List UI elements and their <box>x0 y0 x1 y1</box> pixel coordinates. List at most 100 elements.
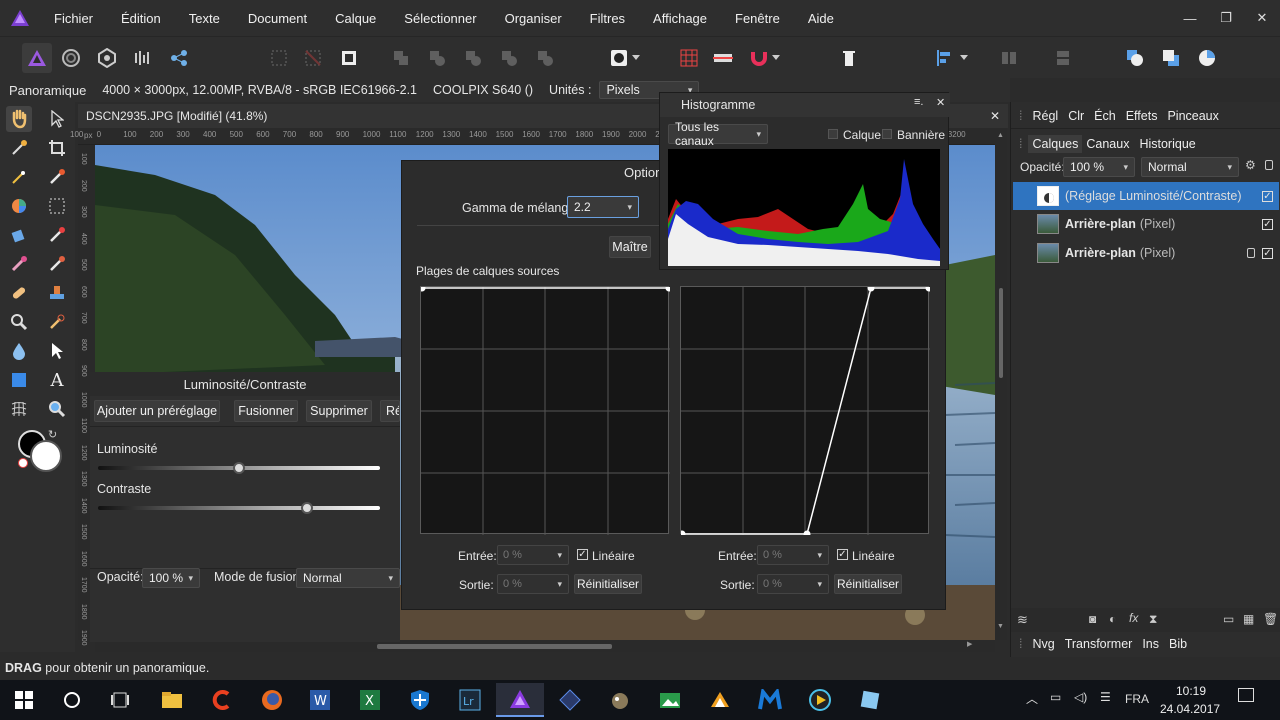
fx-icon[interactable]: fx <box>1129 611 1138 625</box>
boolean-intersect-icon[interactable] <box>458 43 488 73</box>
panel-menu-icon[interactable]: ≡. <box>914 96 923 108</box>
tools-app-icon[interactable] <box>696 683 744 717</box>
vertical-scrollbar[interactable]: ▲ ▼ <box>995 128 1007 640</box>
mask-icon[interactable]: ◙ <box>1089 612 1096 626</box>
layers-opacity-dropdown[interactable]: 100 % <box>1063 157 1135 177</box>
windows-start-icon[interactable] <box>0 683 48 717</box>
tone-mapping-persona-icon[interactable] <box>128 43 158 73</box>
arrange-forward-icon[interactable] <box>1192 43 1222 73</box>
affinity-designer-icon[interactable] <box>546 683 594 717</box>
layer-visibility-checkbox[interactable]: ✓ <box>1262 247 1273 259</box>
crop-tool-icon[interactable] <box>44 135 70 161</box>
erase-brush-tool-icon[interactable] <box>6 251 32 277</box>
curve-node[interactable] <box>418 284 426 292</box>
menu-organiser[interactable]: Organiser <box>491 11 576 26</box>
trash-icon[interactable] <box>834 43 864 73</box>
menu-fenetre[interactable]: Fenêtre <box>721 11 794 26</box>
defender-icon[interactable] <box>396 683 444 717</box>
tab-brushes[interactable]: Pinceaux <box>1167 109 1218 123</box>
source-range-curve-left[interactable] <box>418 284 673 535</box>
export-persona-icon[interactable] <box>164 43 194 73</box>
blur-brush-tool-icon[interactable] <box>6 338 32 364</box>
gamma-dropdown[interactable]: 2.2 <box>567 196 639 218</box>
notifications-icon[interactable] <box>1238 688 1254 702</box>
menu-edition[interactable]: Édition <box>107 11 175 26</box>
reset-button[interactable]: Réi <box>380 400 400 422</box>
chevron-up-icon[interactable]: ︿ <box>1026 690 1038 707</box>
close-document-icon[interactable]: ✕ <box>990 109 1000 123</box>
tab-effects[interactable]: Effets <box>1126 109 1158 123</box>
input-field-right[interactable]: 0 % <box>757 545 829 565</box>
menu-affichage[interactable]: Affichage <box>639 11 721 26</box>
linear-checkbox-left[interactable]: ✓ <box>577 549 588 560</box>
gear-icon[interactable]: ⚙ <box>1245 158 1256 172</box>
file-explorer-icon[interactable] <box>148 683 196 717</box>
close-window-button[interactable]: ✕ <box>1244 10 1280 26</box>
swap-colors-icon[interactable]: ↻ <box>48 428 57 441</box>
color-wheel-tool-icon[interactable] <box>6 193 32 219</box>
healing-brush-tool-icon[interactable] <box>6 280 32 306</box>
notepad-icon[interactable] <box>846 683 894 717</box>
flood-select-tool-icon[interactable] <box>44 164 70 190</box>
menu-calque[interactable]: Calque <box>321 11 390 26</box>
stamp-tool-icon[interactable] <box>44 280 70 306</box>
zoom-tool-icon[interactable] <box>44 396 70 422</box>
trash-icon[interactable]: 🗑 <box>1263 612 1278 626</box>
tab-transform[interactable]: Transformer <box>1065 637 1133 651</box>
minimize-button[interactable]: — <box>1172 11 1208 26</box>
text-tool-icon[interactable]: A <box>44 367 70 393</box>
horizontal-scrollbar-thumb[interactable] <box>377 644 612 649</box>
curve-node[interactable] <box>665 284 673 292</box>
photos-icon[interactable] <box>646 683 694 717</box>
master-button[interactable]: Maître <box>609 236 651 258</box>
photo-persona-icon[interactable] <box>22 43 52 73</box>
banner-checkbox[interactable] <box>882 129 892 139</box>
menu-document[interactable]: Document <box>234 11 321 26</box>
boolean-subtract-icon[interactable] <box>422 43 452 73</box>
grid-icon[interactable] <box>674 43 704 73</box>
deselect-icon[interactable] <box>298 43 328 73</box>
no-color-icon[interactable] <box>18 458 28 468</box>
channels-dropdown[interactable]: Tous les canaux <box>668 120 768 148</box>
menu-aide[interactable]: Aide <box>794 11 848 26</box>
search-icon[interactable] <box>48 683 96 717</box>
layer-row-background[interactable]: Arrière-plan (Pixel) ✓ <box>1013 210 1279 238</box>
boolean-xor-icon[interactable] <box>494 43 524 73</box>
output-field-left[interactable]: 0 % <box>497 574 569 594</box>
boolean-divide-icon[interactable] <box>530 43 560 73</box>
gimp-icon[interactable] <box>596 683 644 717</box>
menu-texte[interactable]: Texte <box>175 11 234 26</box>
tab-library[interactable]: Bib <box>1169 637 1187 651</box>
lock-icon[interactable] <box>1265 160 1273 170</box>
merge-button[interactable]: Fusionner <box>234 400 298 422</box>
folder-icon[interactable]: ▭ <box>1223 612 1234 626</box>
tab-channels[interactable]: Canaux <box>1086 137 1129 151</box>
layer-checkbox[interactable] <box>828 129 838 139</box>
opacity-dropdown[interactable]: 100 % <box>142 568 200 588</box>
color-picker-tool-icon[interactable] <box>6 135 32 161</box>
media-player-icon[interactable] <box>796 683 844 717</box>
tab-layers[interactable]: Calques <box>1028 135 1083 153</box>
clock-date[interactable]: 24.04.2017 <box>1160 702 1220 716</box>
chevron-down-icon[interactable] <box>956 43 972 73</box>
layer-visibility-checkbox[interactable]: ✓ <box>1262 218 1273 230</box>
scroll-down-icon[interactable]: ▼ <box>997 623 1004 630</box>
live-filter-icon[interactable]: ⧗ <box>1149 612 1157 627</box>
tab-adjustments[interactable]: Régl <box>1032 109 1058 123</box>
liquify-persona-icon[interactable] <box>56 43 86 73</box>
language-indicator[interactable]: FRA <box>1125 692 1149 706</box>
chevron-down-icon[interactable] <box>768 43 784 73</box>
adjustment-icon[interactable]: ◐ <box>1109 612 1116 626</box>
rectangle-marquee-tool-icon[interactable] <box>44 193 70 219</box>
lightroom-icon[interactable]: Lr <box>446 683 494 717</box>
layer-row-background-locked[interactable]: Arrière-plan (Pixel) ✓ <box>1013 239 1279 267</box>
blend-mode-dropdown[interactable]: Normal <box>296 568 400 588</box>
clone-brush-tool-icon[interactable] <box>44 251 70 277</box>
task-view-icon[interactable] <box>96 683 144 717</box>
menu-selectionner[interactable]: Sélectionner <box>390 11 490 26</box>
delete-button[interactable]: Supprimer <box>306 400 372 422</box>
lock-icon[interactable] <box>1247 248 1255 258</box>
ccleaner-icon[interactable] <box>198 683 246 717</box>
invert-selection-icon[interactable] <box>334 43 364 73</box>
tab-color[interactable]: Clr <box>1068 109 1084 123</box>
